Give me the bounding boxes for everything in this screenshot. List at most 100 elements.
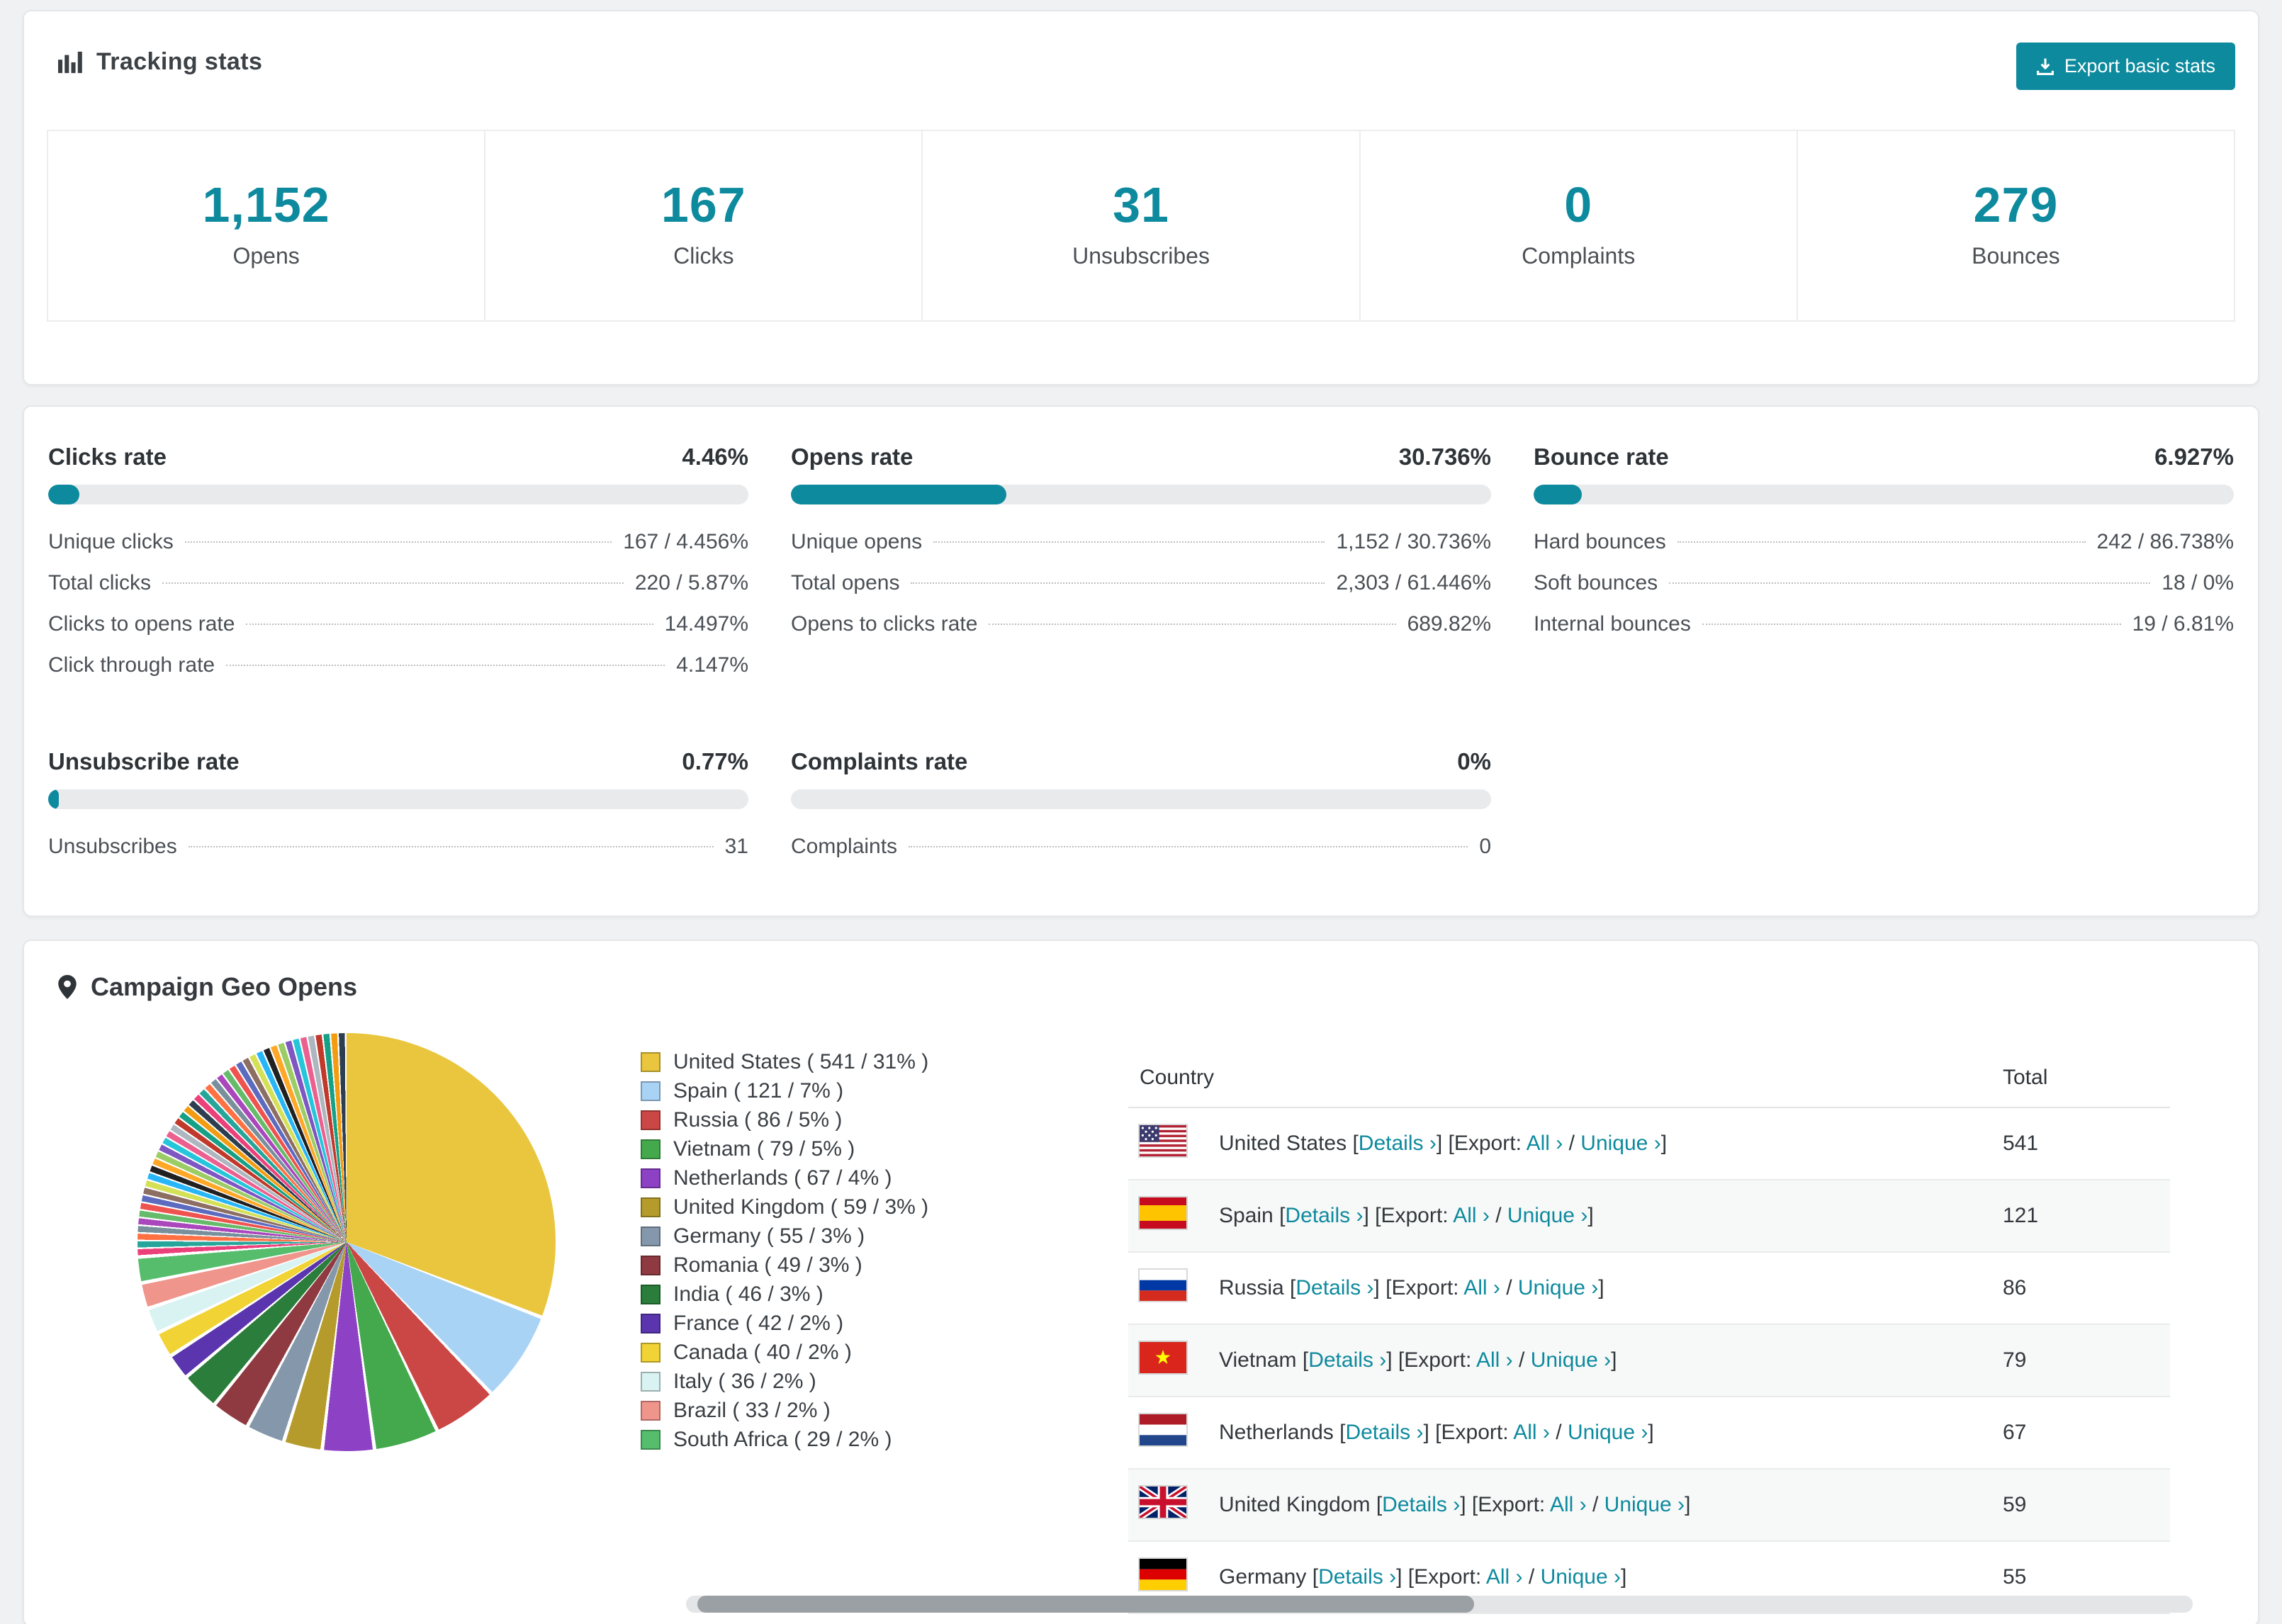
horizontal-scrollbar-thumb[interactable]: [697, 1596, 1474, 1613]
legend-item-vietnam[interactable]: Vietnam ( 79 / 5% ): [641, 1134, 1066, 1163]
progress-bar-fill: [48, 789, 59, 809]
export-unique-link[interactable]: Unique ›: [1604, 1493, 1685, 1516]
legend-swatch: [641, 1197, 661, 1217]
bracket: ]: [1373, 1276, 1380, 1299]
horizontal-scrollbar-track[interactable]: [686, 1596, 2193, 1613]
progress-bar-track: [48, 485, 748, 504]
geo-table-header-row: Country Total: [1128, 1047, 2170, 1108]
rate-title: Clicks rate: [48, 444, 167, 470]
rate-card-opens-rate: Opens rate 30.736% Unique opens 1,152 / …: [791, 444, 1491, 686]
legend-item-united-kingdom[interactable]: United Kingdom ( 59 / 3% ): [641, 1192, 1066, 1222]
geo-content: United States ( 541 / 31% ) Spain ( 121 …: [24, 1010, 2258, 1614]
legend-swatch: [641, 1168, 661, 1188]
rate-row-label: Total opens: [791, 571, 900, 594]
export-all-link[interactable]: All ›: [1550, 1493, 1587, 1516]
export-all-link[interactable]: All ›: [1527, 1132, 1563, 1155]
stat-value: 279: [1973, 177, 2059, 232]
geo-table-row-russia: Russia [Details ›] [Export: All › / Uniq…: [1128, 1252, 2170, 1325]
export-basic-stats-button[interactable]: Export basic stats: [2016, 43, 2235, 90]
bracket: [: [1435, 1421, 1441, 1444]
flag-cell: [1128, 1180, 1208, 1253]
dotted-leader: [989, 624, 1396, 625]
rate-card-unsubscribe-rate: Unsubscribe rate 0.77% Unsubscribes 31: [48, 748, 748, 867]
rate-row-label: Unsubscribes: [48, 835, 177, 858]
bracket: ]: [1363, 1204, 1369, 1227]
export-unique-link[interactable]: Unique ›: [1541, 1565, 1621, 1589]
legend-label: France ( 42 / 2% ): [673, 1312, 844, 1335]
export-label: Export:: [1454, 1132, 1522, 1155]
rates-panel: Clicks rate 4.46% Unique clicks 167 / 4.…: [23, 405, 2259, 917]
legend-item-united-states[interactable]: United States ( 541 / 31% ): [641, 1047, 1066, 1076]
progress-bar-track: [791, 485, 1491, 504]
export-unique-link[interactable]: Unique ›: [1568, 1421, 1648, 1444]
legend-item-russia[interactable]: Russia ( 86 / 5% ): [641, 1105, 1066, 1134]
progress-bar-track: [1534, 485, 2234, 504]
stat-value: 0: [1564, 177, 1593, 232]
legend-swatch: [641, 1226, 661, 1246]
export-label: Export:: [1391, 1276, 1459, 1299]
rate-card-complaints-rate: Complaints rate 0% Complaints 0: [791, 748, 1491, 867]
export-all-link[interactable]: All ›: [1513, 1421, 1550, 1444]
legend-label: Netherlands ( 67 / 4% ): [673, 1166, 892, 1190]
stat-value: 31: [1113, 177, 1169, 232]
rate-row-value: 689.82%: [1407, 612, 1491, 636]
rate-card-head: Complaints rate 0%: [791, 748, 1491, 775]
rate-row-value: 18 / 0%: [2162, 571, 2234, 594]
legend-item-spain[interactable]: Spain ( 121 / 7% ): [641, 1076, 1066, 1105]
legend-item-germany[interactable]: Germany ( 55 / 3% ): [641, 1222, 1066, 1251]
rate-card-head: Bounce rate 6.927%: [1534, 444, 2234, 470]
rate-row-soft-bounces: Soft bounces 18 / 0%: [1534, 563, 2234, 604]
legend-item-canada[interactable]: Canada ( 40 / 2% ): [641, 1338, 1066, 1367]
export-label: Export:: [1478, 1493, 1546, 1516]
progress-bar-track: [791, 789, 1491, 809]
country-cell: United States [Details ›] [Export: All ›…: [1208, 1107, 1991, 1180]
details-link[interactable]: Details ›: [1359, 1132, 1437, 1155]
legend-label: South Africa ( 29 / 2% ): [673, 1428, 892, 1451]
dotted-leader: [188, 846, 714, 847]
total-cell: 67: [1991, 1397, 2170, 1470]
geo-table-row-netherlands: Netherlands [Details ›] [Export: All › /…: [1128, 1397, 2170, 1470]
details-link[interactable]: Details ›: [1318, 1565, 1396, 1589]
legend-swatch: [641, 1400, 661, 1421]
legend-item-netherlands[interactable]: Netherlands ( 67 / 4% ): [641, 1163, 1066, 1192]
rate-row-value: 0: [1479, 835, 1491, 858]
rate-rows: Unique clicks 167 / 4.456% Total clicks …: [48, 521, 748, 686]
details-link[interactable]: Details ›: [1345, 1421, 1423, 1444]
dotted-leader: [162, 582, 624, 584]
country-cell: Vietnam [Details ›] [Export: All › / Uni…: [1208, 1324, 1991, 1397]
export-all-link[interactable]: All ›: [1453, 1204, 1490, 1227]
details-link[interactable]: Details ›: [1382, 1493, 1460, 1516]
separator: /: [1528, 1565, 1535, 1589]
export-unique-link[interactable]: Unique ›: [1507, 1204, 1587, 1227]
legend-item-brazil[interactable]: Brazil ( 33 / 2% ): [641, 1396, 1066, 1425]
export-all-link[interactable]: All ›: [1476, 1348, 1513, 1372]
tracking-stats-header: Tracking stats Export basic stats: [24, 11, 2258, 90]
legend-label: Russia ( 86 / 5% ): [673, 1108, 843, 1132]
rate-row-opens-to-clicks-rate: Opens to clicks rate 689.82%: [791, 604, 1491, 645]
geo-pie-chart: [137, 1033, 556, 1451]
rate-card-bounce-rate: Bounce rate 6.927% Hard bounces 242 / 86…: [1534, 444, 2234, 686]
details-link[interactable]: Details ›: [1308, 1348, 1386, 1372]
details-link[interactable]: Details ›: [1295, 1276, 1373, 1299]
geo-table-row-united-kingdom: United Kingdom [Details ›] [Export: All …: [1128, 1469, 2170, 1542]
legend-item-south-africa[interactable]: South Africa ( 29 / 2% ): [641, 1425, 1066, 1454]
dotted-leader: [909, 846, 1468, 847]
export-unique-link[interactable]: Unique ›: [1531, 1348, 1611, 1372]
legend-item-india[interactable]: India ( 46 / 3% ): [641, 1280, 1066, 1309]
geo-legend: United States ( 541 / 31% ) Spain ( 121 …: [641, 1047, 1066, 1454]
legend-item-romania[interactable]: Romania ( 49 / 3% ): [641, 1251, 1066, 1280]
export-unique-link[interactable]: Unique ›: [1518, 1276, 1598, 1299]
rate-row-value: 4.147%: [676, 653, 748, 677]
flag-es-icon: [1140, 1197, 1186, 1229]
flag-nl-icon: [1140, 1414, 1186, 1445]
legend-item-france[interactable]: France ( 42 / 2% ): [641, 1309, 1066, 1338]
export-unique-link[interactable]: Unique ›: [1580, 1132, 1660, 1155]
legend-label: Germany ( 55 / 3% ): [673, 1224, 865, 1248]
export-all-link[interactable]: All ›: [1463, 1276, 1500, 1299]
legend-item-italy[interactable]: Italy ( 36 / 2% ): [641, 1367, 1066, 1396]
details-link[interactable]: Details ›: [1285, 1204, 1363, 1227]
rate-row-unique-clicks: Unique clicks 167 / 4.456%: [48, 521, 748, 563]
rate-row-value: 19 / 6.81%: [2132, 612, 2234, 636]
rate-percent: 4.46%: [682, 444, 748, 470]
export-all-link[interactable]: All ›: [1486, 1565, 1523, 1589]
